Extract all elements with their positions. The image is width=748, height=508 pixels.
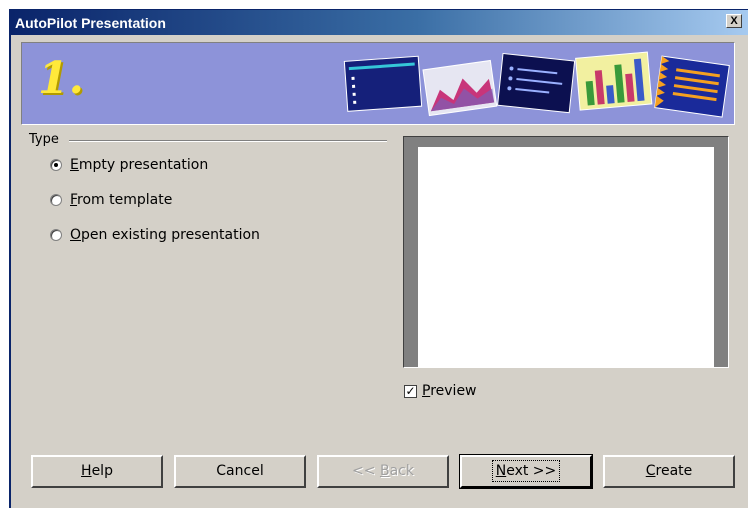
radio-open-existing[interactable]: Open existing presentation bbox=[50, 226, 260, 244]
title-bar[interactable]: AutoPilot Presentation X bbox=[11, 10, 748, 35]
radio-from-template[interactable]: From template bbox=[50, 191, 172, 209]
radio-label: Open existing presentation bbox=[70, 227, 260, 243]
radio-button[interactable] bbox=[50, 229, 62, 241]
slide-bullets-icon bbox=[497, 52, 576, 114]
step-banner: 1. bbox=[21, 42, 735, 125]
step-number: 1. bbox=[38, 53, 84, 104]
radio-button[interactable] bbox=[50, 194, 62, 206]
help-button[interactable]: Help bbox=[31, 455, 163, 488]
type-group-label: Type bbox=[29, 132, 59, 147]
window-title: AutoPilot Presentation bbox=[15, 15, 166, 31]
focus-ring: Next >> bbox=[491, 460, 561, 482]
preview-checkbox-row[interactable]: ✓ Preview bbox=[404, 383, 477, 399]
preview-checkbox-label: Preview bbox=[422, 383, 477, 399]
next-button[interactable]: Next >> bbox=[460, 455, 592, 488]
close-button[interactable]: X bbox=[726, 14, 742, 28]
slides-illustration bbox=[343, 51, 730, 118]
preview-checkbox[interactable]: ✓ bbox=[404, 384, 417, 398]
back-button[interactable]: << Back bbox=[317, 455, 449, 488]
radio-label: From template bbox=[70, 192, 173, 208]
slide-list-icon bbox=[343, 55, 423, 112]
cancel-button[interactable]: Cancel bbox=[174, 455, 306, 488]
type-group-divider bbox=[69, 140, 387, 142]
preview-canvas bbox=[418, 147, 714, 367]
radio-empty-presentation[interactable]: Empty presentation bbox=[50, 156, 208, 174]
autopilot-dialog: AutoPilot Presentation X 1. Type Empty p… bbox=[9, 9, 748, 508]
slide-bar-chart-icon bbox=[575, 51, 653, 111]
slide-area-chart-icon bbox=[422, 59, 498, 117]
slide-notes-icon bbox=[654, 55, 730, 118]
create-button[interactable]: Create bbox=[603, 455, 735, 488]
radio-button[interactable] bbox=[50, 159, 62, 171]
preview-pane bbox=[403, 136, 729, 368]
radio-label: Empty presentation bbox=[70, 157, 209, 173]
